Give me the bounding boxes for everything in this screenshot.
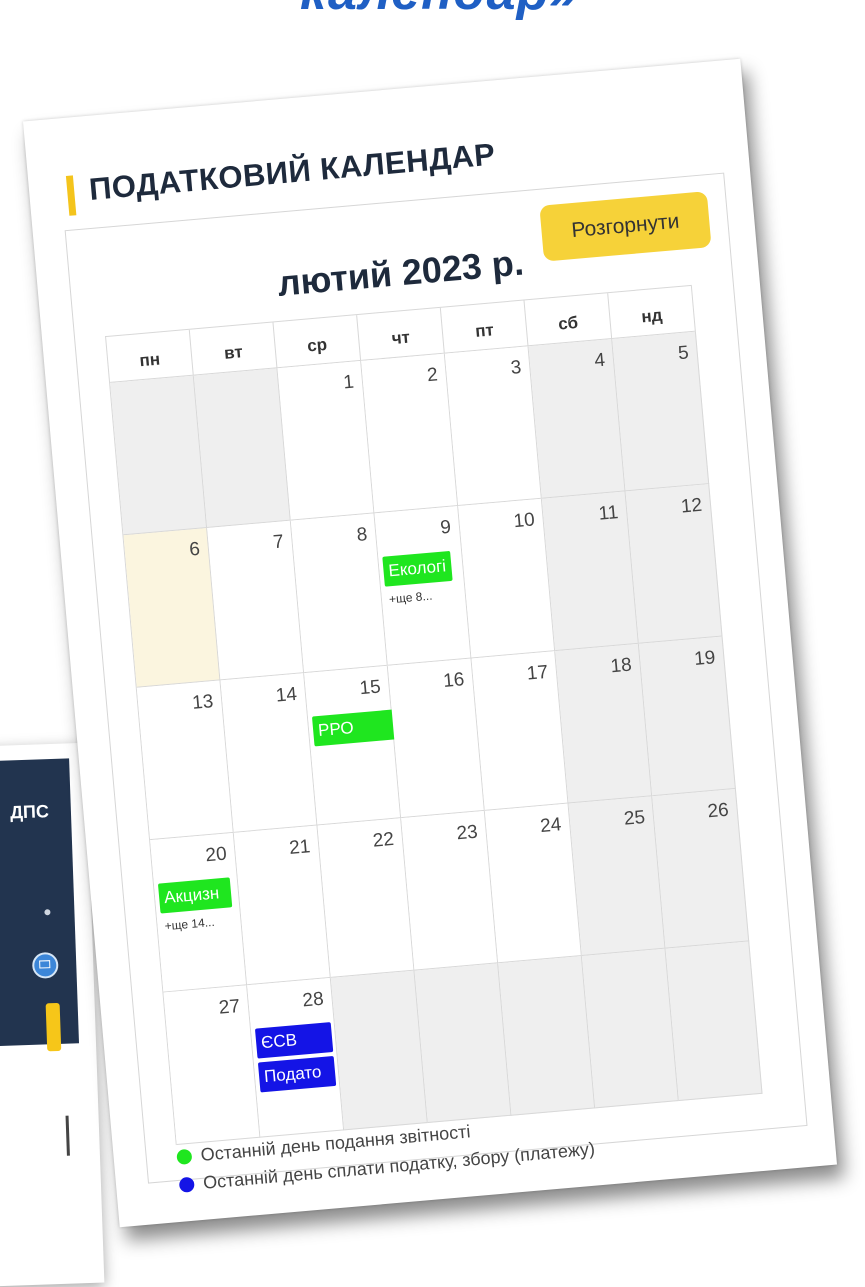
day-number: 20 xyxy=(204,843,228,867)
day-cell[interactable]: 25 xyxy=(568,796,666,956)
calendar-grid: пн вт ср чт пт сб нд 1 2 3 4 5 6 7 8 9 Е… xyxy=(105,284,763,1146)
dps-label: ДПС xyxy=(9,801,50,823)
divider-line xyxy=(65,1115,70,1156)
day-cell-empty xyxy=(110,375,208,536)
day-cell[interactable]: 15 РРО xyxy=(304,665,402,826)
event-payment[interactable]: Подато xyxy=(257,1055,337,1093)
event-payment[interactable]: ЄСВ xyxy=(254,1022,334,1059)
day-number: 11 xyxy=(597,502,620,525)
day-cell[interactable]: 2 xyxy=(361,353,459,514)
calendar-frame: Розгорнути лютий 2023 р. пн вт ср чт пт … xyxy=(64,172,808,1193)
day-number: 27 xyxy=(217,995,241,1019)
day-number: 3 xyxy=(509,357,523,379)
blue-dot-icon xyxy=(178,1176,195,1193)
day-cell[interactable]: 5 xyxy=(612,331,710,492)
day-number: 2 xyxy=(426,364,439,387)
day-cell[interactable]: 27 xyxy=(163,985,261,1145)
weekday-header: пн xyxy=(106,329,194,383)
day-cell[interactable]: 28 ЄСВ Подато xyxy=(247,977,345,1138)
day-cell[interactable]: 20 Акцизн +ще 14... xyxy=(150,832,248,993)
mail-icon[interactable] xyxy=(31,951,59,979)
day-cell[interactable]: 22 xyxy=(317,818,415,978)
day-cell[interactable]: 12 xyxy=(625,484,723,644)
more-events-link[interactable]: +ще 8... xyxy=(388,589,432,607)
day-number: 8 xyxy=(355,524,369,546)
day-number: 7 xyxy=(272,531,285,554)
day-cell[interactable]: 24 xyxy=(484,803,582,964)
weekday-header: вт xyxy=(189,322,278,376)
yellow-button[interactable] xyxy=(45,1002,62,1052)
tax-calendar-sheet: ПОДАТКОВИЙ КАЛЕНДАР Розгорнути лютий 202… xyxy=(22,58,838,1228)
day-cell[interactable]: 17 xyxy=(471,651,569,811)
event-report[interactable]: РРО xyxy=(311,709,399,747)
background-card-panel: ДПС xyxy=(0,758,80,1052)
event-report[interactable]: Акцизн xyxy=(157,877,233,914)
day-cell[interactable]: 26 xyxy=(652,788,750,949)
day-cell[interactable]: 14 xyxy=(220,673,318,833)
day-cell-empty xyxy=(330,970,428,1131)
day-cell-empty xyxy=(498,955,596,1116)
day-number: 13 xyxy=(191,691,215,714)
weekday-header: ср xyxy=(273,315,362,369)
weekday-header: чт xyxy=(357,307,445,361)
day-cell[interactable]: 1 xyxy=(277,360,375,521)
day-number: 12 xyxy=(680,494,703,518)
day-number: 19 xyxy=(693,647,717,670)
weekday-header: пт xyxy=(440,300,529,354)
day-number: 14 xyxy=(274,683,298,707)
weekday-header: сб xyxy=(524,293,613,347)
day-number: 6 xyxy=(188,538,201,561)
day-cell[interactable]: 3 xyxy=(444,346,542,507)
day-cell[interactable]: 9 Екологі +ще 8... xyxy=(374,506,472,666)
day-number: 23 xyxy=(455,821,479,845)
day-number: 10 xyxy=(512,509,536,533)
day-number: 9 xyxy=(439,516,452,539)
day-number: 1 xyxy=(342,371,355,394)
event-report[interactable]: Екологі xyxy=(382,550,453,587)
day-cell-today[interactable]: 6 xyxy=(123,527,221,688)
day-cell[interactable]: 10 xyxy=(458,498,556,659)
day-number: 5 xyxy=(677,342,690,365)
day-cell-empty xyxy=(581,948,679,1109)
day-cell-empty xyxy=(193,368,291,528)
day-cell[interactable]: 21 xyxy=(233,825,331,986)
day-cell[interactable]: 23 xyxy=(401,810,499,971)
day-cell[interactable]: 13 xyxy=(136,680,234,841)
day-number: 28 xyxy=(301,988,325,1012)
more-events-link[interactable]: +ще 14... xyxy=(164,915,215,933)
day-number: 16 xyxy=(442,669,466,692)
day-cell[interactable]: 4 xyxy=(528,338,626,499)
day-cell[interactable]: 18 xyxy=(555,643,653,804)
day-cell-empty xyxy=(665,941,763,1102)
heading-accent-bar xyxy=(65,175,77,216)
weekday-header: нд xyxy=(608,285,696,339)
bullet-dot-icon xyxy=(44,909,51,916)
day-number: 4 xyxy=(593,349,606,372)
day-number: 15 xyxy=(358,676,382,700)
day-number: 17 xyxy=(526,661,549,685)
day-cell[interactable]: 19 xyxy=(638,636,736,797)
day-cell[interactable]: 8 xyxy=(290,513,388,674)
day-cell[interactable]: 7 xyxy=(207,520,305,681)
day-number: 25 xyxy=(623,806,646,830)
day-number: 22 xyxy=(372,828,395,852)
green-dot-icon xyxy=(176,1148,193,1165)
day-number: 18 xyxy=(609,654,633,678)
day-number: 21 xyxy=(288,836,312,860)
day-number: 26 xyxy=(706,799,730,823)
day-cell[interactable]: 11 xyxy=(541,491,639,652)
day-number: 24 xyxy=(539,814,563,838)
day-cell[interactable]: 16 xyxy=(387,658,485,819)
day-cell-empty xyxy=(414,963,512,1124)
page-title: календар» xyxy=(300,0,579,22)
